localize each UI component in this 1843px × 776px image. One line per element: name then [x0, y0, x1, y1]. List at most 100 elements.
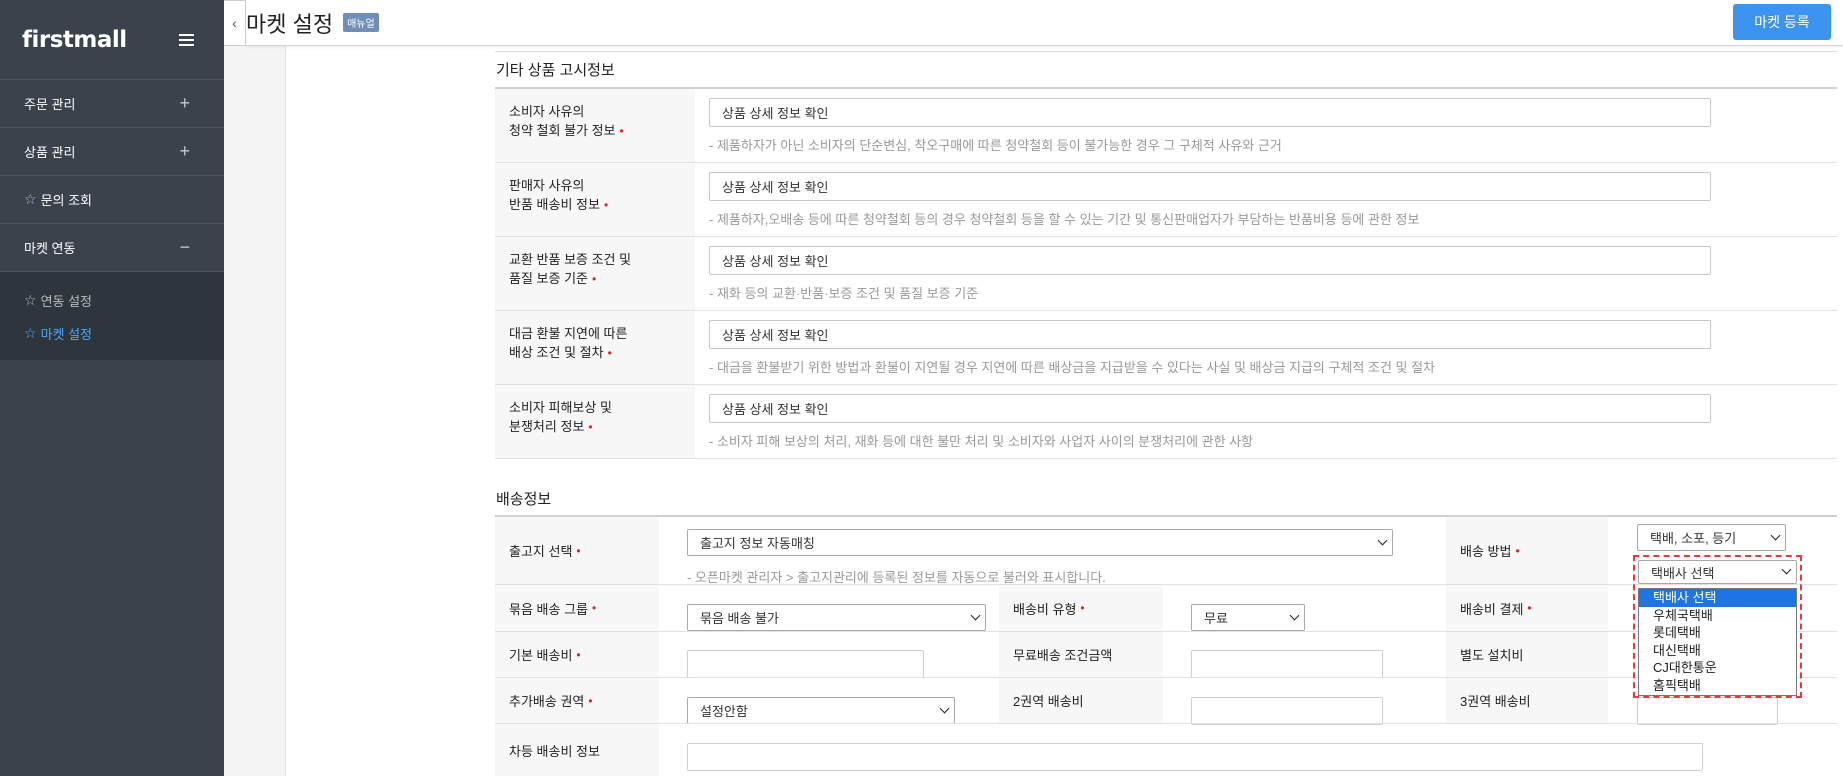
label-text: 2권역 배송비	[1013, 694, 1084, 709]
sidebar-header: firstmall	[0, 0, 224, 80]
star-icon[interactable]: ☆	[24, 191, 37, 208]
required-mark: •	[588, 420, 593, 434]
expand-plus-icon[interactable]: +	[179, 141, 190, 162]
label-text: 차등 배송비 정보	[509, 743, 600, 759]
dropdown-option[interactable]: 대신택배	[1639, 642, 1796, 660]
row-label: 대금 환불 지연에 따른 배상 조건 및 절차 •	[495, 311, 695, 384]
notice-row: 소비자 사유의청약 철회 불가 정보• - 제품하자가 아닌 소비자의 단순변심…	[495, 89, 1837, 163]
required-mark: •	[588, 693, 593, 708]
row-label: 기본 배송비 •	[495, 632, 659, 677]
label-line: 배상 조건 및 절차	[509, 345, 604, 360]
courier-select[interactable]: 택배사 선택	[1638, 560, 1797, 584]
notice-input[interactable]	[709, 394, 1711, 423]
chevron-down-icon	[1289, 610, 1300, 620]
expand-plus-icon[interactable]: +	[179, 93, 190, 114]
fee-type-select[interactable]: 무료	[1191, 604, 1305, 631]
diff-fee-input[interactable]	[687, 743, 1703, 771]
required-mark: •	[576, 543, 581, 558]
section-title: 배송정보	[496, 491, 552, 508]
notice-input[interactable]	[709, 246, 1711, 275]
field-hint: - 소비자 피해 보상의 처리, 재화 등에 대한 불만 처리 및 소비자와 사…	[709, 434, 1254, 449]
row-label: 소비자 피해보상 및분쟁처리 정보 •	[495, 385, 695, 458]
sidebar-subitem-market-settings[interactable]: ☆ 마켓 설정	[0, 317, 224, 350]
label-text: 출고지 선택	[509, 544, 573, 559]
courier-select-highlight: 택배사 선택 택배사 선택 우체국택배 롯데택배 대신택배 CJ대한통운 홈픽택…	[1633, 555, 1802, 698]
notice-input[interactable]	[709, 172, 1711, 201]
required-mark: •	[591, 272, 597, 286]
field-hint: - 대금을 환불받기 위한 방법과 환불이 지연될 경우 지연에 따른 배상금을…	[709, 360, 1436, 375]
collapse-minus-icon[interactable]: −	[179, 237, 190, 258]
row-label: 2권역 배송비	[999, 678, 1163, 723]
select-value: 택배사 선택	[1651, 565, 1715, 581]
label-text: 추가배송 권역	[509, 694, 585, 709]
extra-zone-select[interactable]: 설정안함	[687, 697, 955, 724]
field-hint: - 제품하자,오배송 등에 따른 청약철회 등의 경우 청약철회 등을 할 수 …	[709, 212, 1420, 227]
row-label: 출고지 선택 •	[495, 517, 659, 584]
label-text: 배송 방법	[1460, 544, 1512, 559]
label-text: 묶음 배송 그룹	[509, 601, 588, 617]
dropdown-option[interactable]: CJ대한통운	[1639, 659, 1796, 677]
sidebar-subitem-label: 마켓 설정	[40, 327, 93, 342]
shipping-method-select[interactable]: 택배, 소포, 등기	[1637, 524, 1786, 551]
sidebar-item-label: 상품 관리	[24, 145, 76, 160]
row-label: 무료배송 조건금액	[999, 632, 1163, 677]
row-label: 배송비 유형 •	[999, 585, 1163, 631]
select-value: 출고지 정보 자동매칭	[700, 536, 815, 551]
sidebar-subitem-label: 연동 설정	[40, 294, 93, 309]
label-text: 별도 설치비	[1460, 648, 1524, 663]
row-label: 판매자 사유의 반품 배송비 정보 •	[495, 163, 695, 236]
sidebar-item-orders[interactable]: 주문 관리 +	[0, 80, 224, 128]
label-text: 배송비 결제	[1460, 601, 1524, 617]
zone3-fee-input[interactable]	[1637, 697, 1778, 725]
row-label: 별도 설치비	[1446, 632, 1608, 677]
dropdown-option[interactable]: 롯데택배	[1639, 624, 1796, 642]
required-mark: •	[603, 198, 609, 212]
register-market-button[interactable]: 마켓 등록	[1733, 4, 1831, 40]
notice-input[interactable]	[709, 98, 1711, 127]
star-icon[interactable]: ☆	[24, 325, 37, 342]
label-line: 교환 반품 보증 조건 및	[509, 252, 632, 267]
content-gutter	[224, 0, 286, 776]
collapse-sidebar-icon[interactable]: ‹	[224, 0, 246, 46]
label-text: 무료배송 조건금액	[1013, 648, 1113, 663]
required-mark: •	[607, 346, 612, 360]
label-line: 분쟁처리 정보	[509, 419, 585, 434]
label-text: 배송비 유형	[1013, 601, 1077, 617]
notice-row: 판매자 사유의반품 배송비 정보• - 제품하자,오배송 등에 따른 청약철회 …	[495, 163, 1837, 237]
zone2-fee-input[interactable]	[1191, 697, 1383, 725]
sidebar: firstmall 주문 관리 + 상품 관리 + ☆ 문의 조회 마켓 연동 …	[0, 0, 224, 776]
notice-input[interactable]	[709, 320, 1711, 349]
select-value: 택배, 소포, 등기	[1650, 531, 1737, 546]
notice-row: 대금 환불 지연에 따른배상 조건 및 절차• - 대금을 환불받기 위한 방법…	[495, 311, 1837, 385]
origin-select[interactable]: 출고지 정보 자동매칭	[687, 529, 1393, 556]
divider	[495, 723, 1837, 724]
dropdown-option[interactable]: 택배사 선택	[1639, 589, 1796, 607]
sidebar-item-market-link[interactable]: 마켓 연동 −	[0, 224, 224, 272]
star-icon[interactable]: ☆	[24, 292, 37, 309]
required-mark: •	[1515, 543, 1520, 558]
dropdown-option[interactable]: 우체국택배	[1639, 607, 1796, 625]
row-label: 추가배송 권역 •	[495, 678, 659, 723]
label-line: 소비자 피해보상 및	[509, 400, 612, 415]
row-label: 차등 배송비 정보	[495, 724, 659, 776]
sidebar-item-products[interactable]: 상품 관리 +	[0, 128, 224, 176]
sidebar-item-label: 문의 조회	[40, 193, 93, 208]
notice-row: 소비자 피해보상 및분쟁처리 정보• - 소비자 피해 보상의 처리, 재화 등…	[495, 385, 1837, 459]
divider	[495, 46, 1837, 52]
hamburger-menu-icon[interactable]	[179, 33, 194, 46]
manual-badge[interactable]: 매뉴얼	[343, 13, 379, 32]
label-line: 반품 배송비 정보	[509, 197, 600, 212]
base-fee-input[interactable]	[687, 650, 924, 678]
chevron-down-icon	[939, 703, 950, 713]
logo[interactable]: firstmall	[22, 27, 127, 53]
bundle-group-select[interactable]: 묶음 배송 불가	[687, 604, 986, 631]
notice-row: 교환 반품 보증 조건 및품질 보증 기준• - 재화 등의 교환·반품·보증 …	[495, 237, 1837, 311]
page-header: 마켓 설정 매뉴얼 마켓 등록	[246, 0, 1843, 46]
sidebar-subitem-link-settings[interactable]: ☆ 연동 설정	[0, 284, 224, 317]
sidebar-item-inquiry[interactable]: ☆ 문의 조회	[0, 176, 224, 224]
divider	[495, 515, 1837, 517]
page-title: 마켓 설정	[246, 11, 334, 37]
row-label: 소비자 사유의 청약 철회 불가 정보 •	[495, 89, 695, 162]
free-threshold-input[interactable]	[1191, 650, 1383, 678]
dropdown-option[interactable]: 홈픽택배	[1639, 677, 1796, 695]
